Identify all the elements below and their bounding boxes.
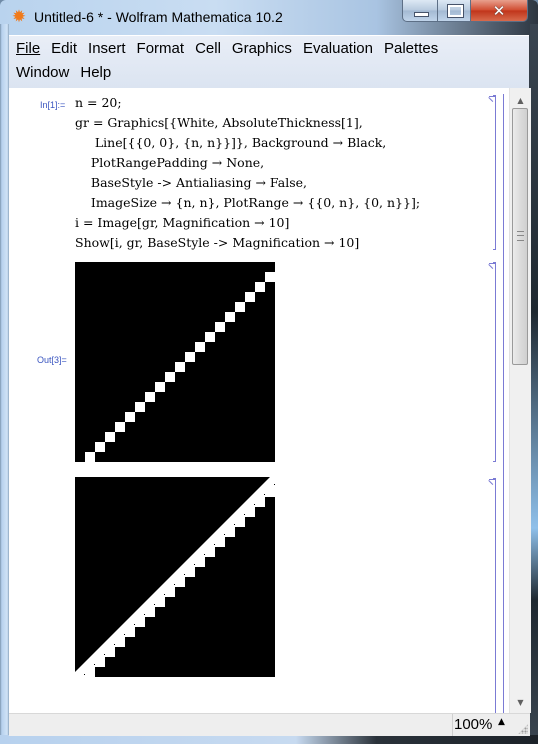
pixel-cell bbox=[155, 382, 165, 392]
window-title: Untitled-6 * - Wolfram Mathematica 10.2 bbox=[34, 9, 283, 25]
resize-grip-icon[interactable] bbox=[518, 724, 528, 734]
code-line: i = Image[gr, Magnification → 10] bbox=[75, 215, 290, 230]
corner-dot bbox=[204, 554, 205, 555]
output-cell-bracket-1[interactable] bbox=[489, 262, 496, 462]
corner-dot bbox=[264, 494, 265, 495]
window-border-bottom bbox=[0, 735, 538, 744]
corner-dot bbox=[164, 594, 165, 595]
menu-palettes[interactable]: Palettes bbox=[384, 40, 438, 57]
pixel-cell bbox=[85, 452, 95, 462]
corner-dot bbox=[234, 524, 235, 525]
zoom-level[interactable]: 100% bbox=[454, 716, 492, 733]
menu-cell[interactable]: Cell bbox=[195, 40, 221, 57]
output-image-overlay[interactable] bbox=[75, 477, 275, 677]
corner-dot bbox=[244, 514, 245, 515]
corner-dot bbox=[184, 574, 185, 575]
pixel-cell bbox=[215, 322, 225, 332]
menu-edit[interactable]: Edit bbox=[51, 40, 77, 57]
pixel-cell bbox=[195, 342, 205, 352]
corner-dot bbox=[104, 654, 105, 655]
close-icon: ✕ bbox=[492, 2, 506, 20]
menu-help[interactable]: Help bbox=[80, 64, 111, 81]
pixel-cell bbox=[185, 352, 195, 362]
notebook-area[interactable]: In[1]:= n = 20; gr = Graphics[{White, Abs… bbox=[9, 88, 509, 713]
minimize-button[interactable] bbox=[402, 0, 438, 22]
menu-evaluation[interactable]: Evaluation bbox=[303, 40, 373, 57]
pixel-cell bbox=[95, 442, 105, 452]
vector-line-band bbox=[75, 477, 275, 677]
close-button[interactable]: ✕ bbox=[470, 0, 528, 22]
pixel-cell bbox=[235, 302, 245, 312]
scrollbar-thumb[interactable] bbox=[512, 108, 528, 365]
corner-dot bbox=[114, 644, 115, 645]
pixel-cell bbox=[165, 372, 175, 382]
input-cell-label: In[1]:= bbox=[40, 100, 66, 110]
corner-dot bbox=[124, 634, 125, 635]
input-cell-bracket[interactable] bbox=[489, 95, 496, 250]
menu-window[interactable]: Window bbox=[16, 64, 69, 81]
corner-dot bbox=[174, 584, 175, 585]
corner-dot bbox=[194, 564, 195, 565]
code-line: n = 20; bbox=[75, 95, 122, 110]
menu-graphics[interactable]: Graphics bbox=[232, 40, 292, 57]
code-line: BaseStyle -> Antialiasing → False, bbox=[75, 175, 307, 190]
pixel-cell bbox=[265, 272, 275, 282]
corner-dot bbox=[274, 484, 275, 485]
maximize-button[interactable] bbox=[437, 0, 471, 22]
minimize-icon bbox=[414, 12, 429, 17]
code-line: Show[i, gr, BaseStyle -> Magnification →… bbox=[75, 235, 360, 250]
pixel-cell bbox=[255, 282, 265, 292]
output-cell-label: Out[3]= bbox=[37, 355, 67, 365]
corner-dot bbox=[224, 534, 225, 535]
menu-row-2: Window Help bbox=[16, 61, 122, 85]
code-line: Line[{{0, 0}, {n, n}}]}, Background → Bl… bbox=[75, 135, 387, 150]
menu-row-1: File Edit Insert Format Cell Graphics Evaluati… bbox=[16, 37, 449, 61]
pixel-cell bbox=[115, 422, 125, 432]
pixel-cell bbox=[145, 392, 155, 402]
input-cell-code[interactable]: n = 20; gr = Graphics[{White, AbsoluteThi… bbox=[75, 93, 420, 253]
raster-image-svg bbox=[85, 272, 275, 462]
menu-insert[interactable]: Insert bbox=[88, 40, 126, 57]
pixel-cell bbox=[125, 412, 135, 422]
scroll-up-arrow-icon[interactable]: ▲ bbox=[510, 92, 531, 109]
status-bar: 100% ▲ bbox=[9, 713, 530, 736]
code-line: gr = Graphics[{White, AbsoluteThickness[… bbox=[75, 115, 363, 130]
corner-dot bbox=[144, 614, 145, 615]
corner-dot bbox=[254, 504, 255, 505]
pixel-cell bbox=[225, 312, 235, 322]
code-line: PlotRangePadding → None, bbox=[75, 155, 265, 170]
scroll-down-arrow-icon[interactable]: ▼ bbox=[510, 694, 531, 711]
maximize-icon bbox=[447, 4, 464, 18]
window-border-left bbox=[0, 24, 9, 744]
window-border-right bbox=[530, 24, 538, 744]
output-cell-bracket-2[interactable] bbox=[489, 478, 496, 713]
zoom-menu-arrow-icon[interactable]: ▲ bbox=[498, 717, 505, 727]
vertical-scrollbar[interactable]: ▲ ▼ bbox=[509, 88, 531, 713]
code-line: ImageSize → {n, n}, PlotRange → {{0, n},… bbox=[75, 195, 421, 210]
pixel-cell bbox=[105, 432, 115, 442]
corner-dot bbox=[134, 624, 135, 625]
pixel-cell bbox=[135, 402, 145, 412]
title-bar: ✹ Untitled-6 * - Wolfram Mathematica 10.… bbox=[0, 0, 538, 34]
menu-format[interactable]: Format bbox=[137, 40, 185, 57]
overlay-image-svg bbox=[75, 477, 275, 677]
corner-dot bbox=[154, 604, 155, 605]
pixel-cell bbox=[245, 292, 255, 302]
corner-dot bbox=[94, 664, 95, 665]
grip-icon bbox=[517, 231, 524, 241]
corner-dot bbox=[214, 544, 215, 545]
mathematica-spikey-icon[interactable]: ✹ bbox=[10, 8, 28, 26]
status-separator bbox=[452, 714, 453, 736]
pixel-cell bbox=[205, 332, 215, 342]
output-image-raster[interactable] bbox=[75, 262, 275, 462]
corner-dot bbox=[84, 674, 85, 675]
pixel-cell bbox=[175, 362, 185, 372]
cell-group-bracket[interactable] bbox=[503, 94, 504, 713]
menu-file[interactable]: File bbox=[16, 40, 40, 57]
menu-bar: File Edit Insert Format Cell Graphics Evaluati… bbox=[9, 35, 529, 88]
